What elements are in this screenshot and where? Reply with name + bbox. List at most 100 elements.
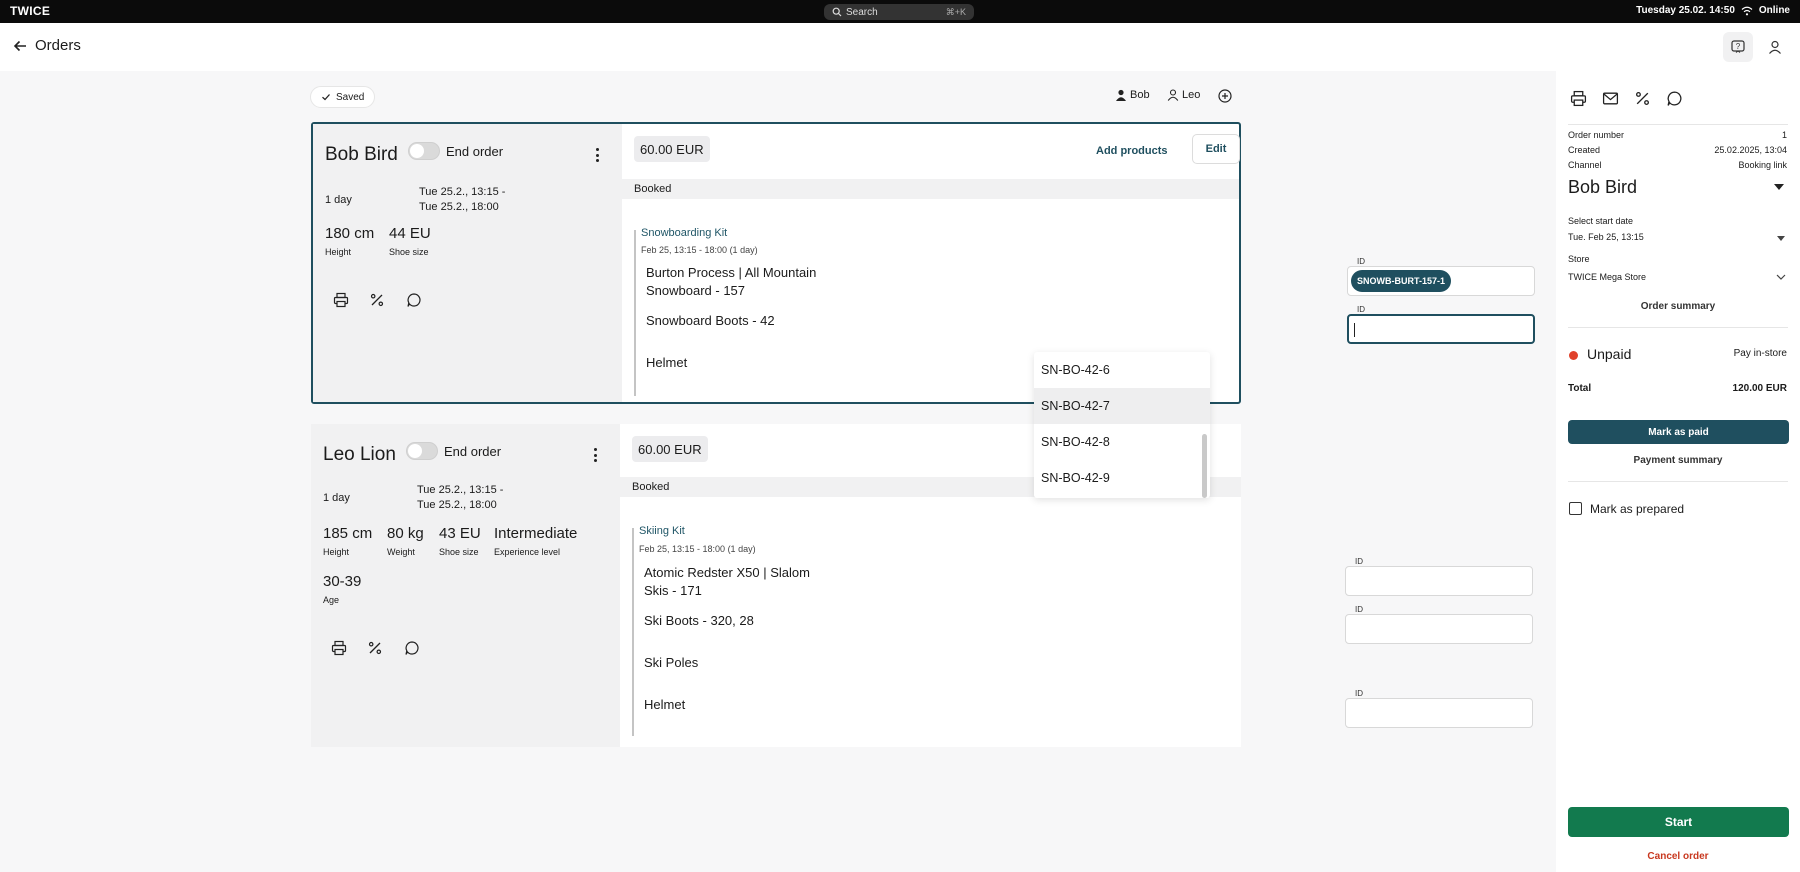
person-filled-icon	[1116, 89, 1126, 101]
unpaid-status-dot	[1569, 351, 1578, 360]
caret-down-icon[interactable]	[1777, 236, 1785, 241]
dropdown-option-highlighted[interactable]: SN-BO-42-7	[1034, 388, 1210, 424]
kit-item: Ski Boots - 320, 28	[644, 612, 754, 630]
app-logo: TWICE	[10, 4, 51, 18]
total-label: Total	[1568, 383, 1592, 394]
global-search[interactable]: Search ⌘+K	[824, 4, 974, 20]
discount-button[interactable]	[366, 289, 388, 311]
staff-leo[interactable]: Leo	[1167, 89, 1200, 101]
order-number-value: 1	[1781, 130, 1787, 140]
kit-divider	[634, 230, 636, 396]
kit-item: Helmet	[646, 354, 687, 372]
rental-duration: 1 day	[323, 492, 350, 504]
dropdown-option[interactable]: SN-BO-42-8	[1034, 424, 1210, 460]
printer-icon	[333, 292, 349, 308]
add-products-link[interactable]: Add products	[1096, 145, 1168, 157]
mark-as-prepared-checkbox[interactable]	[1569, 502, 1582, 515]
chat-bubble-icon	[407, 293, 421, 307]
kit-title: Snowboarding Kit	[641, 227, 728, 239]
start-date-label: Select start date	[1568, 216, 1634, 226]
more-options-icon[interactable]	[588, 446, 602, 464]
app-header: Orders ?	[0, 23, 1800, 71]
metric-height: 185 cm Height	[323, 525, 372, 557]
dropdown-scrollbar[interactable]	[1202, 434, 1207, 498]
id-chip[interactable]: SNOWB-BURT-157-1	[1351, 270, 1452, 292]
user-profile-button[interactable]	[1760, 32, 1790, 62]
kit-item: Snowboard Boots - 42	[646, 312, 775, 330]
print-button[interactable]	[330, 289, 352, 311]
discount-button[interactable]	[1631, 87, 1653, 109]
divider	[1568, 327, 1788, 328]
arrow-left-icon	[13, 40, 26, 52]
discount-button[interactable]	[364, 637, 386, 659]
order-price: 60.00 EUR	[634, 136, 710, 162]
dropdown-option[interactable]: SN-BO-42-9	[1034, 460, 1210, 496]
total-value: 120.00 EUR	[1732, 383, 1787, 394]
kit-date: Feb 25, 13:15 - 18:00 (1 day)	[639, 544, 756, 554]
item-name: Snowboard Boots - 42	[646, 313, 775, 328]
metric-value: Intermediate	[494, 525, 578, 542]
id-input[interactable]	[1345, 614, 1533, 644]
date-from: Tue 25.2., 13:15 -	[417, 484, 504, 496]
more-options-icon[interactable]	[590, 146, 604, 164]
dropdown-option[interactable]: SN-BO-42-6	[1034, 352, 1210, 388]
store-value[interactable]: TWICE Mega Store	[1568, 272, 1646, 282]
mail-icon	[1602, 92, 1618, 104]
id-label: ID	[1357, 305, 1365, 314]
mark-as-paid-button[interactable]: Mark as paid	[1568, 420, 1789, 444]
payment-summary-link[interactable]: Payment summary	[1568, 455, 1788, 466]
connection-status: Online	[1758, 5, 1790, 16]
saved-status-badge: Saved	[310, 86, 376, 108]
metric-experience-level: Intermediate Experience level	[494, 525, 577, 557]
item-name: Burton Process | All Mountain	[646, 265, 817, 280]
customer-selector[interactable]: Bob Bird	[1568, 177, 1637, 198]
add-person-button[interactable]	[1218, 89, 1232, 103]
end-order-toggle[interactable]	[406, 442, 438, 460]
user-icon	[1769, 40, 1781, 54]
help-button[interactable]: ?	[1723, 32, 1753, 62]
start-button[interactable]: Start	[1568, 807, 1789, 837]
customer-panel: Leo Lion End order 1 day Tue 25.2., 13:1…	[311, 424, 620, 747]
email-button[interactable]	[1599, 87, 1621, 109]
end-order-toggle[interactable]	[408, 142, 440, 160]
plus-circle-icon	[1218, 89, 1232, 103]
id-input-focused[interactable]	[1347, 314, 1535, 344]
kit-item: Helmet	[644, 696, 685, 714]
id-label: ID	[1355, 689, 1363, 698]
staff-bob[interactable]: Bob	[1115, 89, 1150, 101]
id-input[interactable]	[1345, 698, 1533, 728]
caret-down-icon[interactable]	[1774, 184, 1784, 190]
kit-item: Burton Process | All Mountain Snowboard …	[646, 264, 816, 300]
item-name: Ski Poles	[644, 655, 699, 670]
created-label: Created	[1568, 145, 1601, 155]
payment-method: Pay in-store	[1733, 348, 1787, 359]
chevron-down-icon[interactable]	[1776, 274, 1786, 280]
page-title: Orders	[35, 37, 81, 54]
comment-button[interactable]	[401, 637, 423, 659]
total-row: Total 120.00 EUR	[1568, 383, 1787, 394]
created-row: Created 25.02.2025, 13:04	[1568, 145, 1787, 155]
id-input[interactable]: SNOWB-BURT-157-1	[1347, 266, 1535, 296]
rental-dates: Tue 25.2., 13:15 - Tue 25.2., 18:00	[419, 185, 505, 215]
print-button[interactable]	[328, 637, 350, 659]
percent-icon	[368, 641, 382, 655]
item-name-detail: Snowboard - 157	[646, 283, 746, 298]
metric-shoe-size: 44 EU Shoe size	[389, 225, 431, 257]
back-button[interactable]	[12, 38, 28, 54]
payment-status: Unpaid	[1587, 346, 1632, 362]
kit-date: Feb 25, 13:15 - 18:00 (1 day)	[641, 245, 758, 255]
edit-button[interactable]: Edit	[1192, 134, 1240, 164]
kit-item: Atomic Redster X50 | Slalom Skis - 171	[644, 564, 810, 600]
id-label: ID	[1355, 557, 1363, 566]
svg-text:?: ?	[1736, 42, 1741, 51]
id-suggestions-dropdown[interactable]: SN-BO-42-6 SN-BO-42-7 SN-BO-42-8 SN-BO-4…	[1034, 352, 1210, 498]
id-input[interactable]	[1345, 566, 1533, 596]
order-summary-link[interactable]: Order summary	[1568, 301, 1788, 312]
comment-button[interactable]	[403, 289, 425, 311]
start-date-value[interactable]: Tue. Feb 25, 13:15	[1568, 232, 1644, 242]
person-outline-icon	[1167, 89, 1179, 101]
print-button[interactable]	[1567, 87, 1589, 109]
cancel-order-link[interactable]: Cancel order	[1568, 851, 1788, 862]
comment-button[interactable]	[1663, 87, 1685, 109]
order-sidebar: Order number 1 Created 25.02.2025, 13:04…	[1556, 71, 1800, 872]
